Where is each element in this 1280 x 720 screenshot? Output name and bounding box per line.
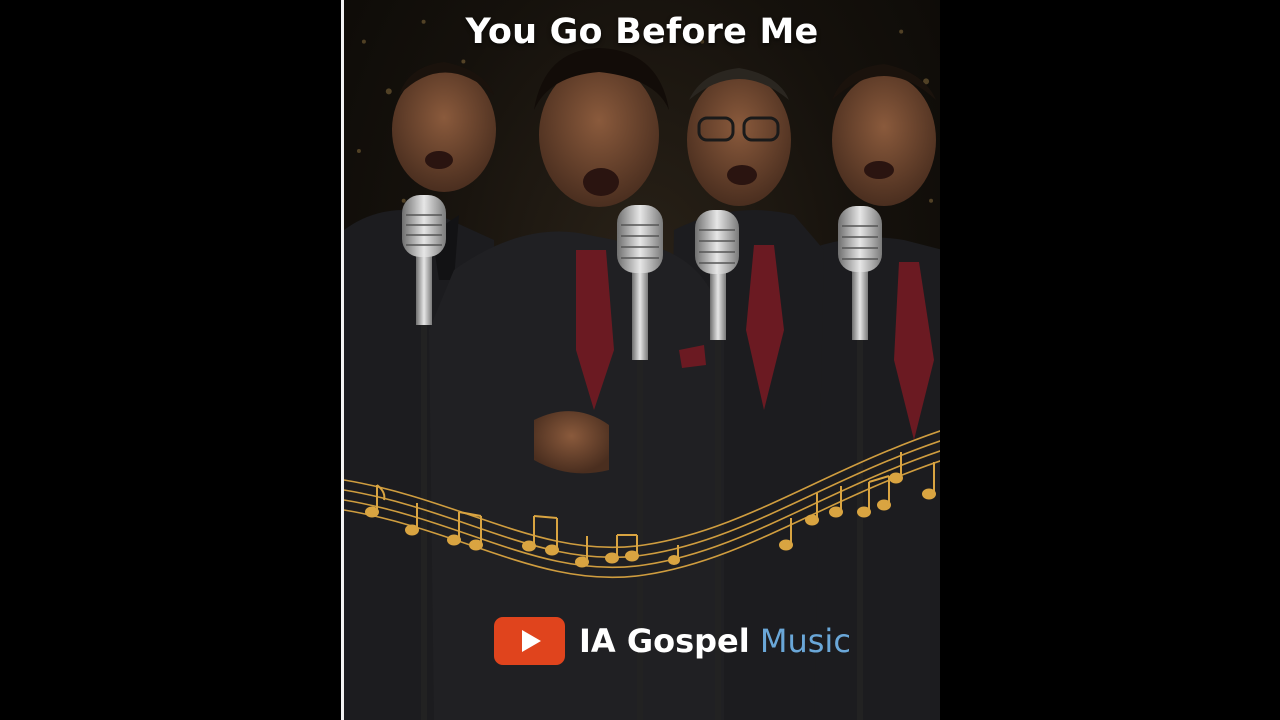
video-player-stage[interactable]: You Go Before Me IA Gospel Music xyxy=(0,0,1280,720)
video-title: You Go Before Me xyxy=(465,12,819,52)
video-frame[interactable]: You Go Before Me IA Gospel Music xyxy=(341,0,940,720)
channel-brand[interactable]: IA Gospel Music xyxy=(494,617,851,665)
singers-scene xyxy=(344,48,940,720)
channel-name-light: Music xyxy=(759,622,851,660)
youtube-play-icon xyxy=(494,617,565,665)
channel-name-strong: IA Gospel xyxy=(579,622,750,660)
channel-name: IA Gospel Music xyxy=(579,625,851,657)
